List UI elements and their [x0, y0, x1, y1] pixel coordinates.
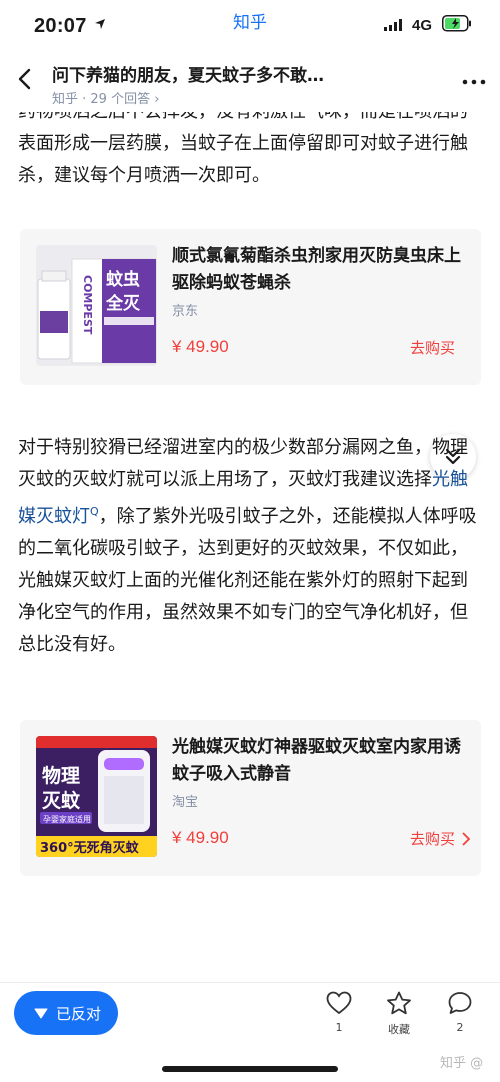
watermark: 知乎 @ — [440, 1056, 484, 1071]
cell-signal-icon — [384, 19, 402, 31]
answer-content[interactable]: 药物喷洒之后不会挥发，没有刺激性气味，而是在喷洒的表面形成一层药膜，当蚊子在上面… — [0, 112, 500, 1012]
chevron-right-icon — [462, 832, 471, 846]
more-options-icon[interactable] — [460, 72, 488, 92]
like-button[interactable]: 1 — [314, 991, 364, 1051]
product-image-text: 物理 — [42, 764, 80, 787]
product-card[interactable]: 蚊虫 全灭 COMPEST 顺式氯氰菊酯杀虫剂家用灭防臭虫床上驱除蚂蚁苍蝇杀 京… — [20, 229, 481, 385]
product-image-text: 孕婴家庭适用 — [43, 814, 91, 824]
paragraph: 对于特别狡猾已经溜进室内的极少数部分漏网之鱼，物理灭蚊的灭蚊灯就可以派上用场了，… — [18, 437, 477, 655]
product-image-text: 全灭 — [105, 293, 141, 314]
product-card[interactable]: 物理 灭蚊 孕婴家庭适用 360°无死角灭蚊 光触媒灭蚊灯神器驱蚊灭蚊室内家用诱… — [20, 720, 481, 876]
back-arrow-icon[interactable] — [12, 64, 38, 94]
question-title[interactable]: 问下养猫的朋友，夏天蚊子多不敢… — [52, 61, 324, 86]
comment-bubble-icon — [448, 992, 472, 1014]
comment-count: 2 — [456, 1021, 464, 1034]
product-shop: 淘宝 — [172, 795, 199, 810]
product-image: 物理 灭蚊 孕婴家庭适用 360°无死角灭蚊 — [36, 736, 157, 857]
product-price: ¥ 49.90 — [172, 337, 229, 356]
product-image-text: 蚊虫 — [106, 269, 140, 290]
paragraph: 药物喷洒之后不会挥发，没有刺激性气味，而是在喷洒的表面形成一层药膜，当蚊子在上面… — [18, 112, 468, 186]
product-brand-text: COMPEST — [81, 275, 94, 335]
collect-button[interactable]: 收藏 — [374, 991, 424, 1051]
product-image-text: 360°无死角灭蚊 — [40, 840, 140, 856]
product-image: 蚊虫 全灭 COMPEST — [36, 245, 157, 366]
product-shop: 京东 — [172, 304, 199, 319]
oppose-button[interactable]: 已反对 — [14, 991, 118, 1035]
search-link-icon: Q — [90, 505, 99, 518]
collect-label: 收藏 — [388, 1023, 410, 1036]
product-name[interactable]: 顺式氯氰菊酯杀虫剂家用灭防臭虫床上驱除蚂蚁苍蝇杀 — [172, 243, 467, 297]
product-name[interactable]: 光触媒灭蚊灯神器驱蚊灭蚊室内家用诱蚊子吸入式静音 — [172, 734, 467, 788]
oppose-label: 已反对 — [56, 1005, 102, 1023]
heart-icon — [326, 991, 352, 1015]
home-indicator[interactable] — [162, 1066, 338, 1072]
product-image-text: 灭蚊 — [41, 789, 81, 812]
product-price: ¥ 49.90 — [172, 828, 229, 847]
question-header: 问下养猫的朋友，夏天蚊子多不敢… 知乎 · 29 个回答 › — [0, 52, 500, 112]
triangle-down-icon — [34, 1008, 48, 1019]
answer-count-link[interactable]: 知乎 · 29 个回答 › — [52, 88, 159, 107]
star-icon — [387, 991, 411, 1015]
buy-button[interactable]: 去购买 — [410, 828, 455, 849]
like-count: 1 — [335, 1021, 343, 1034]
buy-button[interactable]: 去购买 — [410, 337, 455, 358]
comment-button[interactable]: 2 — [435, 991, 485, 1051]
status-bar: 20:07 知乎 4G — [0, 0, 500, 52]
battery-charging-icon — [442, 15, 471, 32]
network-type: 4G — [412, 17, 433, 34]
